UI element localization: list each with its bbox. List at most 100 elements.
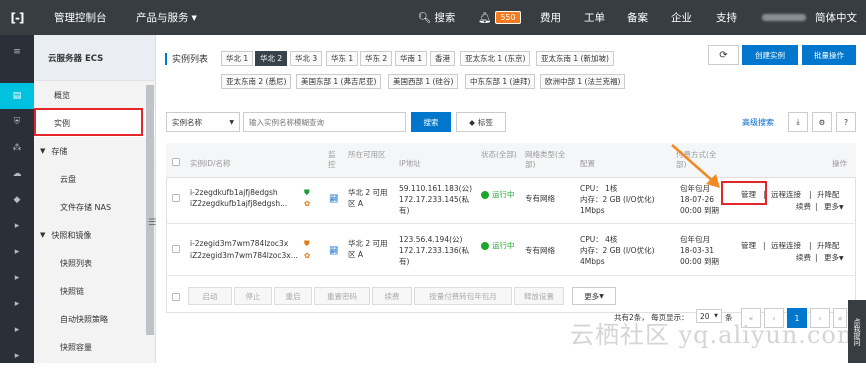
sidebar-item-nas[interactable]: 文件存储 NAS — [34, 193, 155, 221]
bulk-more-button[interactable]: 更多 ▼ — [572, 287, 616, 305]
region-tab[interactable]: 中东东部 1 (迪拜) — [465, 74, 536, 89]
expand-icon-5[interactable]: ▸ — [0, 317, 34, 343]
more-ops-link[interactable]: 更多▼ — [824, 201, 844, 213]
products-menu[interactable]: 产品与服务 ▼ — [136, 0, 197, 35]
region-tab[interactable]: 美国东部 1 (弗吉尼亚) — [296, 74, 382, 89]
bulk-select-checkbox[interactable] — [172, 293, 180, 301]
more-ops-link[interactable]: 更多▼ — [824, 252, 844, 264]
network-type: 专有网络 — [525, 194, 555, 203]
status-label: 运行中 — [492, 241, 515, 250]
refresh-button[interactable]: ⟳ — [708, 45, 739, 65]
ops-separator: | — [809, 190, 812, 199]
shield-icon[interactable]: ⛨ — [0, 109, 34, 135]
tag-filter-button[interactable]: ◆ 标签 — [456, 112, 506, 132]
monitor-chart-icon[interactable]: 📈︎ — [329, 193, 339, 204]
region-tab[interactable]: 亚太东北 1 (东京) — [460, 51, 531, 66]
monitor-chart-icon[interactable]: 📈︎ — [329, 245, 339, 256]
billing-date: 18-03-31 — [680, 246, 715, 255]
region-tab[interactable]: 华东 1 — [326, 51, 359, 66]
advanced-search-link[interactable]: 高级搜索 — [742, 117, 774, 128]
instance-id-link[interactable]: i-2zegdkufb1ajfj8edgsh — [190, 187, 278, 198]
region-tab[interactable]: 华北 3 — [290, 51, 323, 66]
expand-icon-2[interactable]: ▸ — [0, 239, 34, 265]
remote-connect-link[interactable]: 远程连接 — [771, 189, 801, 200]
region-tab[interactable]: 亚太东南 1 (新加坡) — [536, 51, 614, 66]
remote-connect-link[interactable]: 远程连接 — [771, 240, 801, 251]
export-button[interactable]: ⤓ — [788, 112, 808, 132]
select-all-checkbox[interactable] — [172, 158, 180, 166]
enterprise-link[interactable]: 企业 — [671, 0, 692, 35]
sidebar-group-snapshots[interactable]: ▼ 快照和镜像 — [34, 221, 155, 249]
region-tab[interactable]: 华东 2 — [360, 51, 393, 66]
col-header-id[interactable]: 实例ID/名称 — [190, 159, 231, 169]
region-tab[interactable]: 香港 — [430, 51, 455, 66]
bulk-start-button[interactable]: 启动 — [188, 287, 232, 305]
expand-icon-6[interactable]: ▸ — [0, 343, 34, 369]
renew-link[interactable]: 续费 — [796, 201, 811, 212]
notification-button[interactable]: 🔔︎ 550 — [478, 0, 521, 35]
ticket-link[interactable]: 工单 — [584, 0, 605, 35]
settings-button[interactable]: ⚙ — [812, 112, 832, 132]
col-header-ops: 操作 — [832, 159, 847, 168]
instance-search-input[interactable] — [243, 112, 406, 132]
expand-icon-3[interactable]: ▸ — [0, 265, 34, 291]
sidebar-item-disks[interactable]: 云盘 — [34, 165, 155, 193]
network-icon[interactable]: ⁂ — [0, 135, 34, 161]
upgrade-link[interactable]: 升降配 — [817, 189, 840, 200]
caret-down-icon: ▼ — [839, 255, 844, 262]
search-link[interactable]: 🔍︎ 搜索 — [418, 0, 455, 35]
sidebar-group-storage[interactable]: ▼ 存储 — [34, 137, 155, 165]
sidebar-item-overview[interactable]: 概览 — [34, 81, 155, 109]
sidebar-item-snapshot-chain[interactable]: 快照链 — [34, 277, 155, 305]
aliyun-logo[interactable]: [-] — [0, 0, 34, 35]
sidebar-scrollbar[interactable] — [146, 85, 154, 335]
bulk-restart-button[interactable]: 重启 — [274, 287, 312, 305]
region-tab[interactable]: 亚太东南 2 (悉尼) — [221, 74, 292, 89]
bulk-release-settings-button[interactable]: 释放设置 — [514, 287, 564, 305]
config-bandwidth: 1Mbps — [580, 206, 605, 215]
bulk-reset-password-button[interactable]: 重置密码 — [314, 287, 370, 305]
manage-link[interactable]: 管理 — [741, 240, 756, 251]
bulk-stop-button[interactable]: 停止 — [234, 287, 272, 305]
support-link[interactable]: 支持 — [716, 0, 737, 35]
server-icon[interactable]: ▤ — [0, 83, 34, 109]
col-header-status[interactable]: 状态(全部) — [481, 150, 521, 160]
help-button[interactable]: ? — [836, 112, 856, 132]
filter-field-select[interactable]: 实例名称 ▼ — [166, 112, 240, 132]
cloud-icon[interactable]: ☁ — [0, 161, 34, 187]
region-tab-selected[interactable]: 华北 2 — [255, 51, 288, 66]
batch-operations-button[interactable]: 批量操作 — [802, 45, 856, 65]
language-switch[interactable]: 简体中文 — [815, 0, 857, 35]
instance-id-link[interactable]: i-2zegid3m7wm784lzoc3x — [190, 238, 288, 249]
user-account[interactable] — [762, 0, 806, 35]
region-tab[interactable]: 华北 1 — [221, 51, 254, 66]
sidebar-item-auto-snapshot[interactable]: 自动快照策略 — [34, 305, 155, 333]
sidebar-item-snapshot-capacity[interactable]: 快照容量 — [34, 333, 155, 361]
refresh-icon: ⟳ — [719, 49, 728, 61]
renew-link[interactable]: 续费 — [796, 252, 811, 263]
collapse-sidebar-icon[interactable]: ☰ — [148, 218, 156, 228]
region-tab[interactable]: 华南 1 — [395, 51, 428, 66]
ask-question-tab[interactable]: 点我提问 — [848, 300, 866, 363]
upgrade-link[interactable]: 升降配 — [817, 240, 840, 251]
menu-toggle-icon[interactable]: ≡ — [0, 39, 34, 65]
search-button[interactable]: 搜索 — [411, 112, 451, 132]
caret-down-icon: ▼ — [40, 231, 46, 239]
row-checkbox[interactable] — [172, 194, 180, 202]
bulk-renew-button[interactable]: 续费 — [372, 287, 412, 305]
expand-icon-4[interactable]: ▸ — [0, 291, 34, 317]
bulk-convert-billing-button[interactable]: 按量付费转包年包月 — [414, 287, 512, 305]
sidebar-item-snapshot-list[interactable]: 快照列表 — [34, 249, 155, 277]
billing-date: 18-07-26 — [680, 195, 715, 204]
region-tab[interactable]: 美国西部 1 (硅谷) — [388, 74, 459, 89]
expand-icon-1[interactable]: ▸ — [0, 213, 34, 239]
create-instance-button[interactable]: 创建实例 — [742, 45, 798, 65]
console-link[interactable]: 管理控制台 — [54, 0, 107, 35]
more-label: 更多 — [824, 202, 839, 211]
row-checkbox[interactable] — [172, 245, 180, 253]
col-header-network[interactable]: 网络类型(全部) — [525, 150, 569, 170]
billing-link[interactable]: 费用 — [540, 0, 561, 35]
region-tab[interactable]: 欧洲中部 1 (法兰克福) — [540, 74, 626, 89]
database-icon[interactable]: ◆ — [0, 187, 34, 213]
icp-link[interactable]: 备案 — [627, 0, 648, 35]
